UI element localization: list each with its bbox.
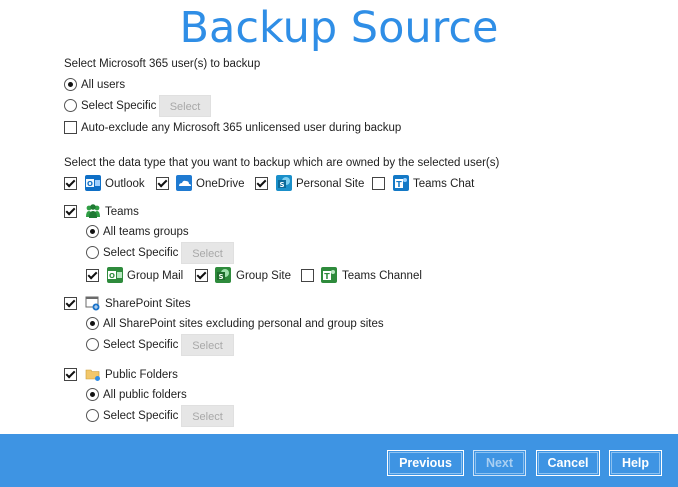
group-site-icon: S [215,267,231,283]
public-folders-select-button[interactable]: Select [181,405,234,427]
auto-exclude-checkbox[interactable] [64,121,77,134]
svg-text:S: S [279,181,284,189]
teams-channel-label: Teams Channel [342,270,422,282]
personal-site-checkbox[interactable] [255,177,268,190]
teams-select-specific-label: Select Specific [103,247,179,259]
users-prompt: Select Microsoft 365 user(s) to backup [64,58,261,70]
sharepoint-select-specific-radio[interactable] [86,338,99,351]
help-button[interactable]: Help [609,450,662,476]
teams-chat-checkbox[interactable] [372,177,385,190]
group-site-label: Group Site [236,270,291,282]
sharepoint-select-button[interactable]: Select [181,334,234,356]
cancel-button[interactable]: Cancel [536,450,600,476]
all-sharepoint-sites-radio[interactable] [86,317,99,330]
teams-checkbox[interactable] [64,205,77,218]
onedrive-icon [176,175,192,191]
group-mail-checkbox[interactable] [86,269,99,282]
page-title: Backup Source [179,3,499,53]
select-specific-users-label: Select Specific [81,100,157,112]
group-mail-icon: O [107,267,123,283]
public-folders-select-specific-label: Select Specific [103,410,179,422]
svg-text:O: O [109,272,115,280]
select-specific-users-radio[interactable] [64,99,77,112]
svg-text:S: S [218,273,223,281]
sharepoint-icon: S [276,175,292,191]
sharepoint-sites-icon [85,295,101,311]
previous-button[interactable]: Previous [387,450,464,476]
teams-channel-icon: T [321,267,337,283]
svg-text:T: T [324,272,330,281]
sharepoint-label: SharePoint Sites [105,298,191,310]
teams-select-button[interactable]: Select [181,242,234,264]
all-public-folders-label: All public folders [103,389,187,401]
group-mail-label: Group Mail [127,270,184,282]
outlook-checkbox[interactable] [64,177,77,190]
select-users-button[interactable]: Select [159,95,211,117]
public-folders-checkbox[interactable] [64,368,77,381]
teams-channel-checkbox[interactable] [301,269,314,282]
public-folders-label: Public Folders [105,369,178,381]
teams-chat-label: Teams Chat [413,178,475,190]
teams-label: Teams [105,206,139,218]
data-type-prompt: Select the data type that you want to ba… [64,157,500,169]
onedrive-label: OneDrive [196,178,245,190]
group-site-checkbox[interactable] [195,269,208,282]
all-teams-groups-label: All teams groups [103,226,189,238]
teams-group-icon [85,203,101,219]
teams-icon: T [393,175,409,191]
all-users-radio[interactable] [64,78,77,91]
sharepoint-checkbox[interactable] [64,297,77,310]
public-folders-select-specific-radio[interactable] [86,409,99,422]
all-sharepoint-sites-label: All SharePoint sites excluding personal … [103,318,384,330]
all-public-folders-radio[interactable] [86,388,99,401]
onedrive-checkbox[interactable] [156,177,169,190]
teams-select-specific-radio[interactable] [86,246,99,259]
next-button[interactable]: Next [473,450,526,476]
outlook-icon: O [85,175,101,191]
personal-site-label: Personal Site [296,178,365,190]
outlook-label: Outlook [105,178,145,190]
sharepoint-select-specific-label: Select Specific [103,339,179,351]
public-folder-icon [85,366,101,382]
svg-text:O: O [87,180,93,188]
svg-text:T: T [396,180,402,189]
all-teams-groups-radio[interactable] [86,225,99,238]
auto-exclude-label: Auto-exclude any Microsoft 365 unlicense… [81,122,402,134]
all-users-label: All users [81,79,126,91]
